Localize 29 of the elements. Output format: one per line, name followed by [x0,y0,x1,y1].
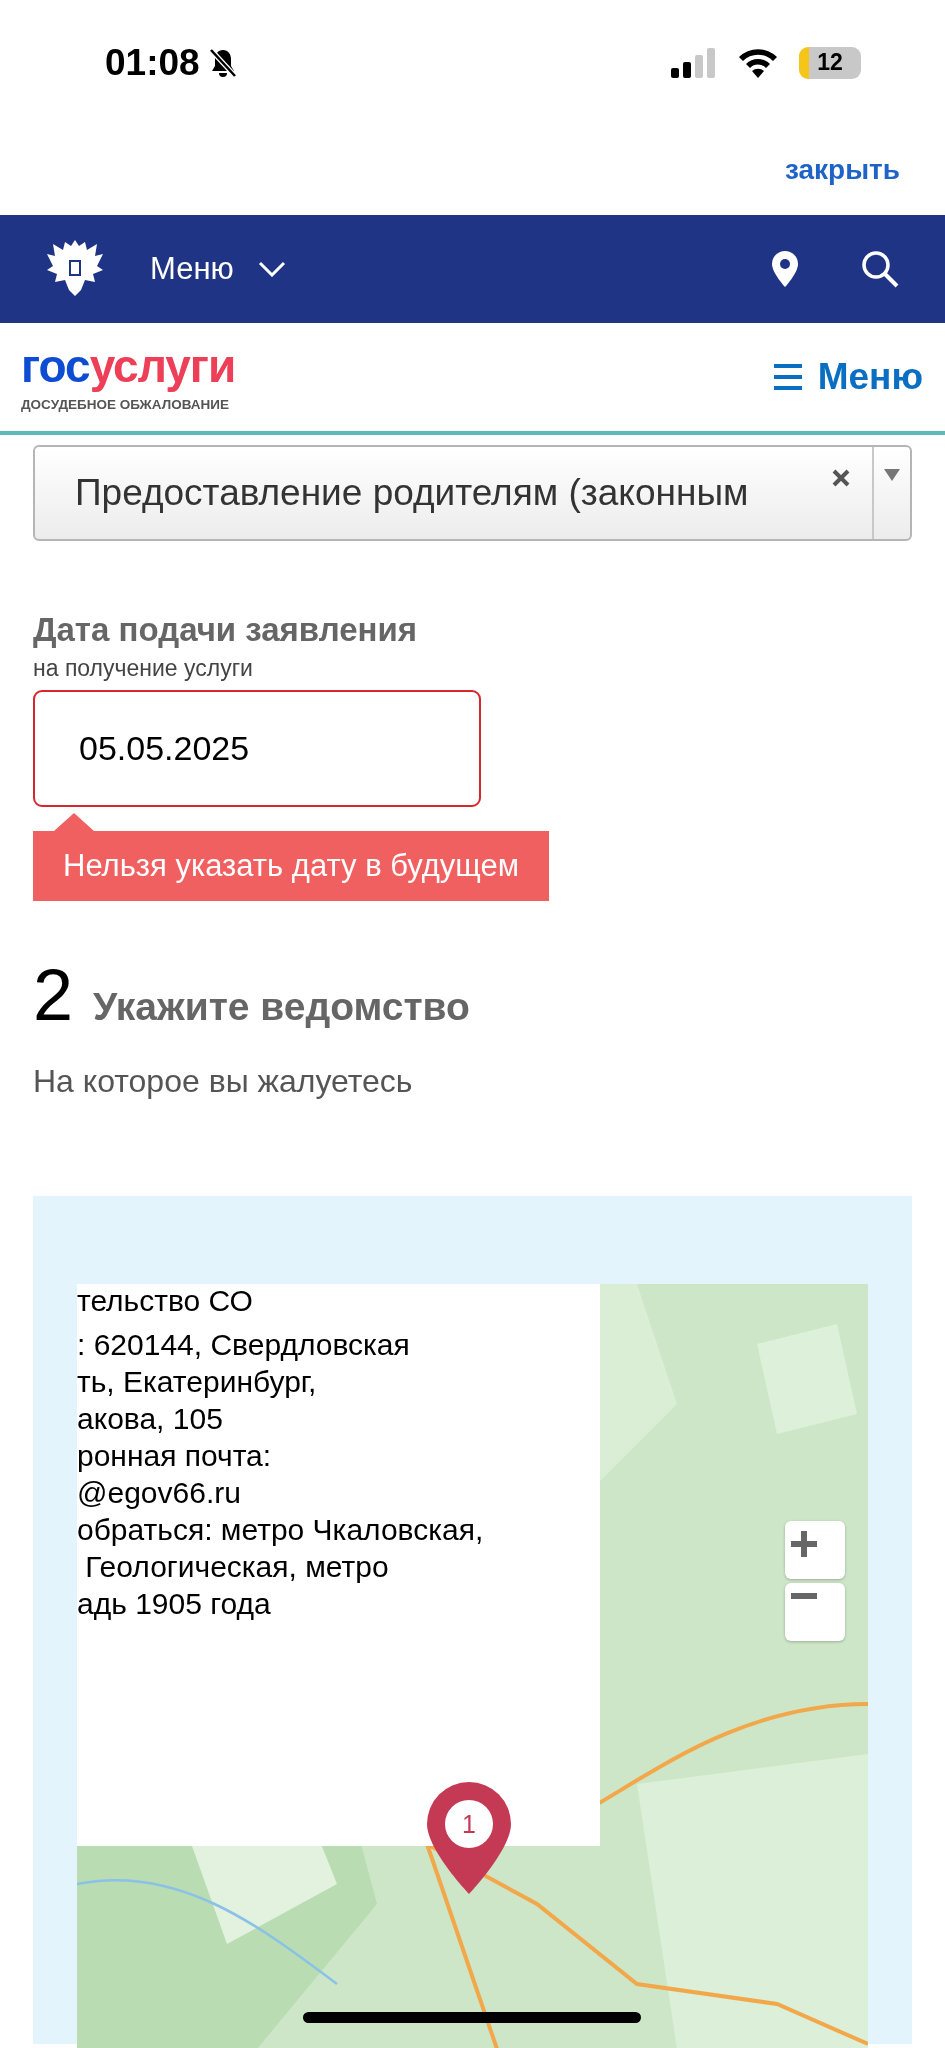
chevron-down-icon [257,261,286,277]
menu-button[interactable]: Меню [773,356,923,398]
zoom-out-button[interactable] [785,1583,845,1641]
signal-icon [671,47,717,78]
date-field[interactable]: 05.05.2025 [33,690,481,807]
field-hint: на получение услуги [33,655,254,682]
logo-tagline: ДОСУДЕБНОЕ ОБЖАЛОВАНИЕ [21,396,230,412]
search-icon[interactable] [860,249,900,289]
menu-icon [773,364,802,390]
minus-icon [791,1593,817,1599]
close-link[interactable]: закрыть [784,154,900,186]
plus-icon [791,1531,817,1557]
balloon-title: тельство СО [77,1284,254,1318]
service-select[interactable]: Предоставление родителям (законным [33,445,912,541]
battery-indicator: 12 [799,46,861,79]
menu-dropdown[interactable]: Меню [150,251,286,287]
step-number: 2 [33,959,74,1031]
location-pin-icon[interactable] [772,251,798,287]
caret-icon [884,469,900,481]
field-label: Дата подачи заявления [33,611,419,649]
map-marker[interactable]: 1 [427,1782,511,1894]
wifi-icon [737,47,779,78]
balloon-text: : 620144, Свердловская ть, Екатеринбург, акова, 105 ронная почта: @egov66.ru обраться: метро Чкаловская, Геологическая, метро адь 1905 года [77,1327,485,1622]
clear-icon[interactable] [832,469,850,487]
error-tooltip: Нельзя указать дату в будущем [33,813,550,901]
zoom-in-button[interactable] [785,1521,845,1579]
step-title: Укажите ведомство [93,985,470,1029]
step-subtitle: На которое вы жалуетесь [33,1063,414,1100]
clock-time: 01:08 [105,41,200,84]
